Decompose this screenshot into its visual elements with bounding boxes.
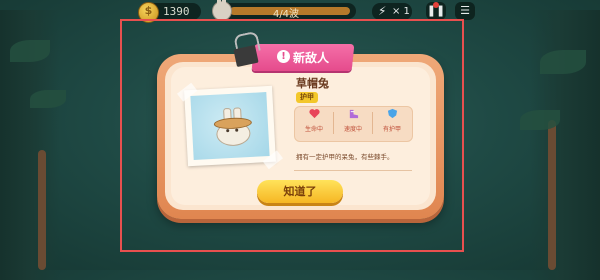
leaf	[10, 40, 50, 62]
highlight-frame	[120, 19, 464, 252]
leaf	[520, 110, 560, 130]
menu-button[interactable]: ☰	[455, 2, 475, 20]
speed-label: × 1	[392, 6, 410, 17]
coin-counter: 1390	[138, 2, 201, 23]
speed-button[interactable]: ⚡ × 1	[372, 3, 412, 20]
notification-dot	[433, 2, 439, 8]
tree-trunk	[38, 150, 46, 270]
leaf	[540, 50, 586, 74]
lightning-icon: ⚡	[378, 4, 387, 18]
tree-trunk	[548, 120, 556, 270]
coin-amount: 1390	[163, 5, 190, 18]
list-icon: ☰	[460, 4, 470, 17]
leaf	[30, 90, 66, 108]
wave-progress: 4/4波	[212, 0, 356, 21]
wave-count: 4/4波	[272, 9, 300, 20]
